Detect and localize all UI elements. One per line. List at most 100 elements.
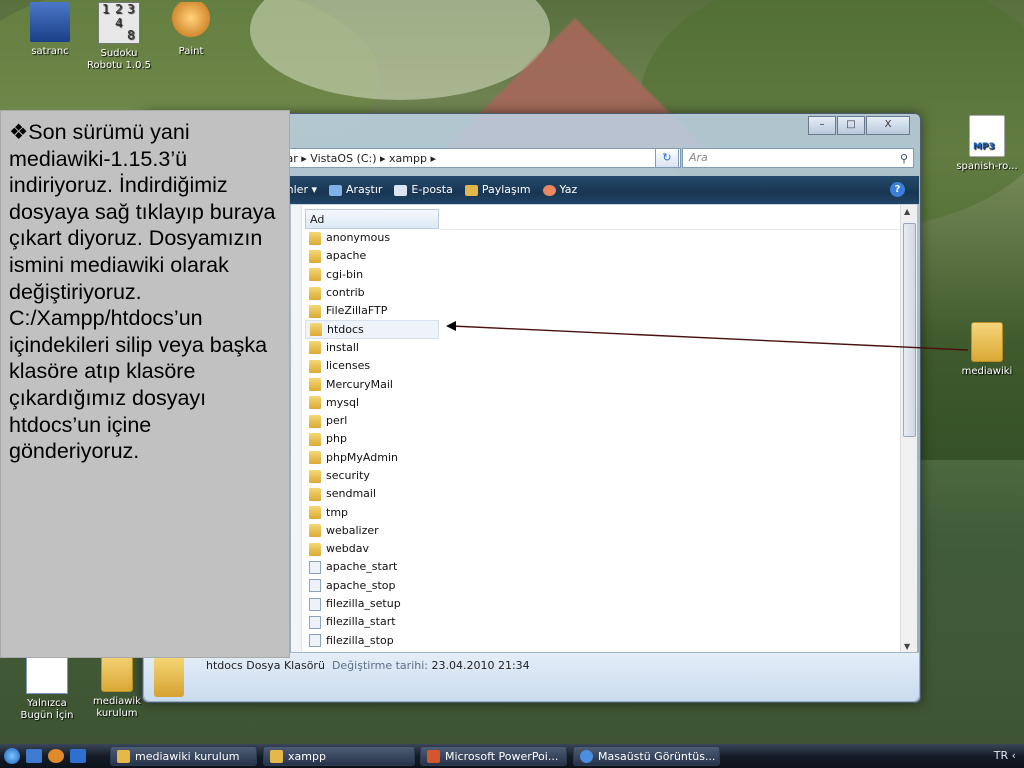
file-name: install: [326, 340, 359, 354]
firefox-icon[interactable]: [48, 749, 64, 763]
window-controls: – □ X: [807, 116, 910, 135]
file-name: filezilla_start: [326, 615, 396, 629]
column-header-name[interactable]: Ad: [305, 209, 439, 229]
taskbar-item-masaustu[interactable]: Masaüstü Görüntüs...: [573, 746, 720, 766]
email-button[interactable]: E-posta: [394, 176, 453, 204]
file-name: htdocs: [327, 322, 364, 336]
burn-icon: [542, 184, 556, 196]
column-header-area: [440, 209, 900, 230]
folder-icon: [154, 657, 184, 697]
search-icon[interactable]: ⚲: [900, 150, 908, 168]
file-name: sendmail: [326, 487, 377, 501]
sudoku-icon: 1 2 3 4 8: [98, 2, 140, 44]
list-item[interactable]: cgi-bin: [305, 266, 439, 284]
list-item[interactable]: FileZillaFTP: [305, 302, 439, 320]
list-item[interactable]: MercuryMail: [305, 375, 439, 393]
share-icon: [464, 184, 478, 196]
folder-icon: [309, 359, 321, 373]
scroll-down-icon[interactable]: ▼: [904, 642, 910, 651]
file-name: apache: [326, 249, 367, 263]
list-item[interactable]: filezilla_setup: [305, 595, 439, 613]
vertical-scrollbar[interactable]: ▲ ▼: [900, 205, 917, 653]
slide-text-box: ❖Son sürümü yani mediawiki-1.15.3’ü indi…: [0, 110, 290, 658]
list-item[interactable]: webdav: [305, 540, 439, 558]
details-text: htdocs Dosya Klasörü Değiştirme tarihi: …: [206, 659, 530, 672]
list-item[interactable]: apache_stop: [305, 577, 439, 595]
file-name: filezilla_setup: [326, 597, 401, 611]
explore-icon: [329, 184, 342, 196]
system-tray[interactable]: TR ‹: [994, 744, 1016, 768]
folder-icon: [309, 396, 321, 410]
search-input[interactable]: Ara ⚲: [682, 148, 914, 168]
desktop-icon-sudoku[interactable]: 1 2 3 4 8 Sudoku Robotu 1.0.5: [84, 2, 154, 72]
burn-button[interactable]: Yaz: [542, 176, 577, 204]
file-list: anonymous apache cgi-bin contrib FileZillaFT…: [305, 229, 439, 650]
media-player-icon[interactable]: [70, 749, 86, 763]
file-name: php: [326, 432, 347, 446]
folder-icon: [309, 268, 321, 282]
show-desktop-icon[interactable]: [26, 749, 42, 763]
list-item[interactable]: webalizer: [305, 522, 439, 540]
batch-file-icon: [309, 615, 321, 629]
folder-icon: [309, 432, 321, 446]
desktop-icon-satranc[interactable]: satranc: [15, 2, 85, 58]
satranc-icon: [30, 2, 70, 42]
folder-icon: [309, 231, 321, 245]
list-item[interactable]: anonymous: [305, 229, 439, 247]
file-name: licenses: [326, 359, 371, 373]
start-button[interactable]: [4, 748, 20, 764]
minimize-button[interactable]: –: [808, 116, 836, 135]
list-item[interactable]: phpMyAdmin: [305, 449, 439, 467]
taskbar-item-xampp[interactable]: xampp: [263, 746, 415, 766]
address-bar[interactable]: yar ▸ VistaOS (C:) ▸ xampp ▸ ▼: [273, 148, 681, 168]
folder-icon: [309, 378, 321, 392]
desktop-icon-paint[interactable]: Paint: [156, 2, 226, 58]
list-item[interactable]: htdocs: [305, 320, 439, 339]
folder-icon: [117, 750, 130, 763]
desktop-icon-mp3[interactable]: MP3 spanish-ro...: [952, 115, 1022, 173]
file-name: phpMyAdmin: [326, 450, 398, 464]
file-list-pane[interactable]: Ad anonymous apache cgi-bin contrib FileZill…: [291, 204, 917, 653]
internet-explorer-icon: [580, 750, 593, 763]
file-name: mysql: [326, 395, 359, 409]
desktop-icon-mediawiki-folder[interactable]: mediawiki: [952, 322, 1022, 378]
list-item[interactable]: licenses: [305, 357, 439, 375]
taskbar-item-mediawiki-kurulum[interactable]: mediawiki kurulum: [110, 746, 257, 766]
list-item[interactable]: apache_start: [305, 558, 439, 576]
scrollbar-thumb[interactable]: [903, 223, 916, 437]
breadcrumb[interactable]: yar ▸ VistaOS (C:) ▸ xampp ▸: [280, 152, 436, 165]
scroll-up-icon[interactable]: ▲: [904, 207, 910, 216]
folder-icon: [309, 304, 321, 318]
email-icon: [394, 184, 408, 196]
batch-file-icon: [309, 560, 321, 574]
list-item[interactable]: php: [305, 430, 439, 448]
desktop-icon-yalnizca[interactable]: Yalnızca Bugün İçin: [12, 652, 82, 722]
folder-icon: [309, 506, 321, 520]
list-item[interactable]: filezilla_start: [305, 613, 439, 631]
document-icon: [26, 652, 68, 694]
list-item[interactable]: filezilla_stop: [305, 632, 439, 650]
powerpoint-icon: [427, 750, 440, 763]
folder-icon: [309, 249, 321, 263]
folder-icon: [309, 542, 321, 556]
maximize-button[interactable]: □: [837, 116, 865, 135]
list-item[interactable]: mysql: [305, 394, 439, 412]
list-item[interactable]: apache: [305, 247, 439, 265]
list-item[interactable]: install: [305, 339, 439, 357]
file-name: cgi-bin: [326, 267, 364, 281]
share-button[interactable]: Paylaşım: [464, 176, 531, 204]
list-item[interactable]: tmp: [305, 503, 439, 521]
list-item[interactable]: perl: [305, 412, 439, 430]
list-item[interactable]: contrib: [305, 284, 439, 302]
folder-icon: [309, 487, 321, 501]
taskbar-item-powerpoint[interactable]: Microsoft PowerPoi...: [420, 746, 567, 766]
folder-icon: [101, 652, 133, 692]
help-icon[interactable]: ?: [890, 182, 905, 197]
refresh-button[interactable]: ↻: [655, 148, 679, 168]
file-name: FileZillaFTP: [326, 304, 388, 318]
close-button[interactable]: X: [866, 116, 910, 135]
list-item[interactable]: security: [305, 467, 439, 485]
explore-button[interactable]: Araştır: [329, 176, 382, 204]
list-item[interactable]: sendmail: [305, 485, 439, 503]
file-name: MercuryMail: [326, 377, 393, 391]
